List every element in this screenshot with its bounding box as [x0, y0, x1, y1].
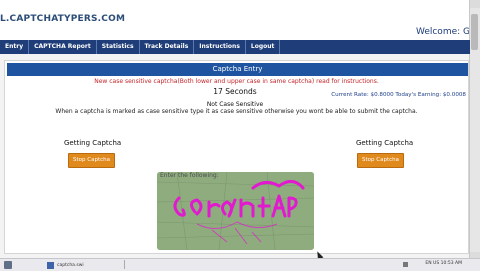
captcha-image: [157, 172, 314, 250]
captcha-enter-label: Enter the following:: [160, 172, 219, 179]
scroll-up-button[interactable]: [470, 0, 480, 8]
left-status-label: Getting Captcha: [64, 139, 122, 147]
stop-captcha-button-right[interactable]: Stop Captcha: [357, 153, 404, 168]
taskbar-app-item[interactable]: captcha.swi: [47, 260, 84, 270]
tray-icon[interactable]: [403, 262, 408, 267]
vertical-scrollbar[interactable]: [469, 0, 480, 260]
stop-captcha-button-left[interactable]: Stop Captcha: [68, 153, 115, 168]
taskbar-app-label: captcha.swi: [57, 262, 84, 268]
case-sensitive-notice: New case sensitive captcha(Both lower an…: [94, 78, 379, 85]
page-header: L.CAPTCHATYPERS.COM Welcome: G: [0, 0, 470, 40]
nav-logout[interactable]: Logout: [246, 40, 281, 54]
welcome-text: Welcome: G: [415, 27, 470, 37]
system-tray-clock: EN US 10:53 AM: [425, 261, 462, 266]
start-button-icon[interactable]: [4, 261, 12, 269]
site-logo[interactable]: L.CAPTCHATYPERS.COM: [0, 14, 125, 24]
nav-track-details[interactable]: Track Details: [140, 40, 195, 54]
app-icon: [47, 261, 54, 269]
nav-entry[interactable]: Entry: [0, 40, 30, 54]
main-nav: Entry CAPTCHA Report Statistics Track De…: [0, 40, 470, 54]
instructions-text: When a captcha is marked as case sensiti…: [55, 108, 418, 115]
scrollbar-thumb[interactable]: [471, 14, 478, 50]
nav-captcha-report[interactable]: CAPTCHA Report: [29, 40, 97, 54]
right-status-label: Getting Captcha: [356, 139, 414, 147]
nav-statistics[interactable]: Statistics: [97, 40, 140, 54]
os-taskbar: captcha.swi EN US 10:53 AM: [0, 258, 480, 271]
nav-instructions[interactable]: Instructions: [194, 40, 246, 54]
taskbar-divider: [124, 260, 125, 269]
panel-title: Captcha Entry: [7, 63, 468, 76]
countdown-timer: 17 Seconds: [213, 87, 257, 96]
captcha-distortion-graphic: [157, 172, 314, 250]
case-status: Not Case Sensitive: [206, 101, 264, 108]
